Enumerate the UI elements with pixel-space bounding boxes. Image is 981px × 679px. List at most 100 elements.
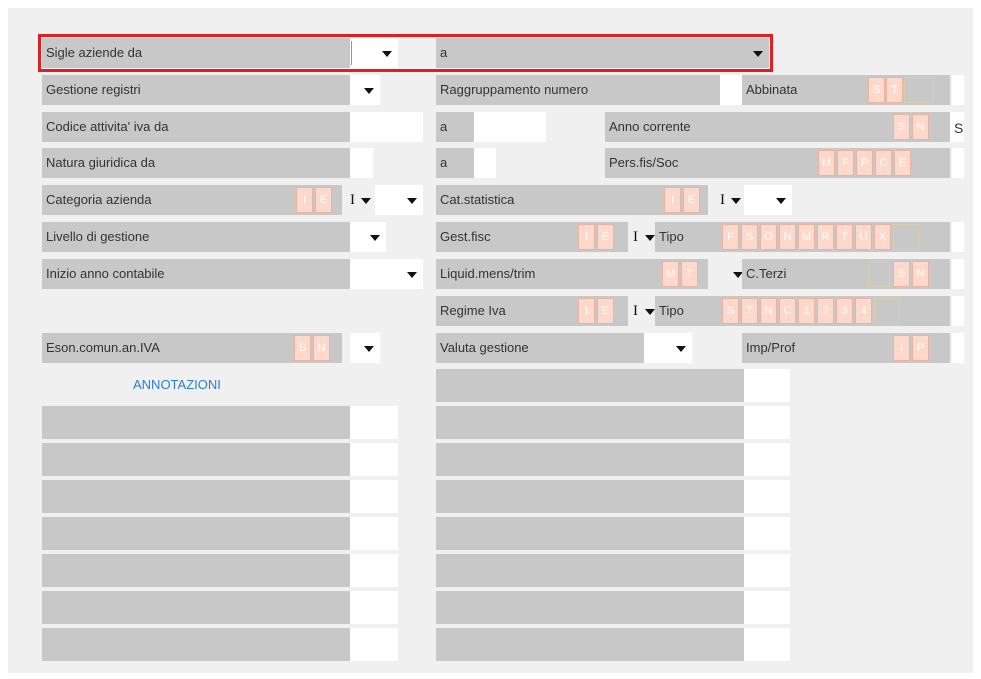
cat-statistica-include-dropdown-icon[interactable] xyxy=(731,198,741,204)
annotation-left-field-6[interactable] xyxy=(350,591,398,624)
annotation-left-field-5[interactable] xyxy=(350,554,398,587)
codice-attivita-da-field[interactable] xyxy=(350,112,423,142)
natura-giuridica-a-field[interactable] xyxy=(474,148,496,178)
annotation-left-row-6[interactable] xyxy=(42,591,350,624)
regime-tipo-field[interactable] xyxy=(952,296,964,326)
annotation-right-field-6[interactable] xyxy=(744,554,790,587)
c-terzi-field[interactable] xyxy=(952,259,964,289)
anno-corrente-s-button[interactable]: S xyxy=(893,114,910,140)
regime-tipo-s-button[interactable]: S xyxy=(722,298,739,324)
abbinata-field[interactable] xyxy=(952,75,964,105)
pers-fis-m-button[interactable]: M xyxy=(818,150,835,176)
inizio-anno-dropdown[interactable] xyxy=(350,259,423,289)
gest-tipo-m-button[interactable]: M xyxy=(798,224,815,250)
categoria-include-dropdown-icon[interactable] xyxy=(361,198,371,204)
annotation-right-field-7[interactable] xyxy=(744,591,790,624)
annotation-right-field-3[interactable] xyxy=(744,443,790,476)
annotation-left-row-1[interactable] xyxy=(42,406,350,439)
c-terzi-blank-button[interactable] xyxy=(868,261,890,287)
regime-tipo-blank-button[interactable] xyxy=(874,298,900,324)
c-terzi-n-button[interactable]: N xyxy=(912,261,929,287)
cat-statistica-i-button[interactable]: I xyxy=(664,187,681,213)
pers-fis-c-button[interactable]: C xyxy=(875,150,892,176)
annotation-left-row-4[interactable] xyxy=(42,517,350,550)
annotation-left-field-1[interactable] xyxy=(350,406,398,439)
gest-tipo-r-button[interactable]: R xyxy=(817,224,834,250)
gest-fisc-include-dropdown-icon[interactable] xyxy=(645,235,655,241)
cat-statistica-dropdown[interactable] xyxy=(744,185,792,215)
annotation-left-field-7[interactable] xyxy=(350,628,398,661)
annotation-right-row-3[interactable] xyxy=(436,443,744,476)
annotation-right-row-1[interactable] xyxy=(436,369,744,402)
pers-fis-field[interactable] xyxy=(952,148,964,178)
gest-tipo-x-button[interactable]: X xyxy=(874,224,891,250)
regime-tipo-4-button[interactable]: 4 xyxy=(855,298,872,324)
c-terzi-s-button[interactable]: S xyxy=(893,261,910,287)
categoria-e-button[interactable]: E xyxy=(315,187,332,213)
gest-tipo-blank-button[interactable] xyxy=(893,224,919,250)
gest-fisc-e-button[interactable]: E xyxy=(597,224,614,250)
imp-prof-p-button[interactable]: P xyxy=(912,335,929,361)
annotation-right-field-8[interactable] xyxy=(744,628,790,661)
cat-statistica-e-button[interactable]: E xyxy=(683,187,700,213)
gest-tipo-t-button[interactable]: T xyxy=(836,224,853,250)
abbinata-t-button[interactable]: T xyxy=(886,77,903,103)
gest-tipo-o-button[interactable]: O xyxy=(760,224,777,250)
abbinata-s-button[interactable]: S xyxy=(868,77,885,103)
gest-tipo-u-button[interactable]: U xyxy=(855,224,872,250)
imp-prof-i-button[interactable]: I xyxy=(893,335,910,361)
natura-giuridica-da-field[interactable] xyxy=(350,148,373,178)
gest-tipo-f-button[interactable]: F xyxy=(722,224,739,250)
regime-e-button[interactable]: E xyxy=(597,298,614,324)
annotation-right-field-2[interactable] xyxy=(744,406,790,439)
pers-fis-p-button[interactable]: P xyxy=(856,150,873,176)
annotation-left-row-7[interactable] xyxy=(42,628,350,661)
eson-s-button[interactable]: S xyxy=(294,335,311,361)
annotazioni-link[interactable]: ANNOTAZIONI xyxy=(133,377,221,392)
valuta-gestione-dropdown[interactable] xyxy=(644,333,692,363)
regime-tipo-c-button[interactable]: C xyxy=(779,298,796,324)
annotation-left-field-3[interactable] xyxy=(350,480,398,513)
annotation-right-field-1[interactable] xyxy=(744,369,790,402)
abbinata-blank-button[interactable] xyxy=(904,77,934,103)
regime-include-dropdown-icon[interactable] xyxy=(645,309,655,315)
regime-tipo-1-button[interactable]: 1 xyxy=(798,298,815,324)
annotation-left-row-3[interactable] xyxy=(42,480,350,513)
regime-tipo-2-button[interactable]: 2 xyxy=(817,298,834,324)
regime-tipo-3-button[interactable]: 3 xyxy=(836,298,853,324)
annotation-left-field-2[interactable] xyxy=(350,443,398,476)
imp-prof-field[interactable] xyxy=(952,333,964,363)
annotation-right-row-5[interactable] xyxy=(436,517,744,550)
regime-i-button[interactable]: I xyxy=(578,298,595,324)
gest-tipo-n-button[interactable]: N xyxy=(779,224,796,250)
annotation-right-field-4[interactable] xyxy=(744,480,790,513)
cat-statistica-include-value: I xyxy=(720,192,725,208)
livello-gestione-dropdown[interactable] xyxy=(350,222,386,252)
gest-tipo-field[interactable] xyxy=(952,222,964,252)
eson-n-button[interactable]: N xyxy=(313,335,330,361)
annotation-right-row-8[interactable] xyxy=(436,628,744,661)
codice-attivita-a-field[interactable] xyxy=(474,112,546,142)
liquid-m-button[interactable]: M xyxy=(662,261,679,287)
gestione-registri-dropdown[interactable] xyxy=(350,75,380,105)
regime-tipo-t-button[interactable]: T xyxy=(741,298,758,324)
annotation-left-row-2[interactable] xyxy=(42,443,350,476)
pers-fis-e-button[interactable]: E xyxy=(894,150,911,176)
raggruppamento-numero-field[interactable] xyxy=(720,75,742,105)
gest-fisc-i-button[interactable]: I xyxy=(578,224,595,250)
categoria-azienda-dropdown[interactable] xyxy=(375,185,423,215)
annotation-right-field-5[interactable] xyxy=(744,517,790,550)
annotation-right-row-4[interactable] xyxy=(436,480,744,513)
annotation-left-field-4[interactable] xyxy=(350,517,398,550)
annotation-left-row-5[interactable] xyxy=(42,554,350,587)
eson-comun-dropdown[interactable] xyxy=(350,333,380,363)
anno-corrente-n-button[interactable]: N xyxy=(912,114,929,140)
liquid-t-button[interactable]: T xyxy=(681,261,698,287)
regime-tipo-n-button[interactable]: N xyxy=(760,298,777,324)
gest-tipo-s-button[interactable]: S xyxy=(741,224,758,250)
categoria-i-button[interactable]: I xyxy=(296,187,313,213)
pers-fis-f-button[interactable]: F xyxy=(837,150,854,176)
annotation-right-row-7[interactable] xyxy=(436,591,744,624)
annotation-right-row-2[interactable] xyxy=(436,406,744,439)
annotation-right-row-6[interactable] xyxy=(436,554,744,587)
